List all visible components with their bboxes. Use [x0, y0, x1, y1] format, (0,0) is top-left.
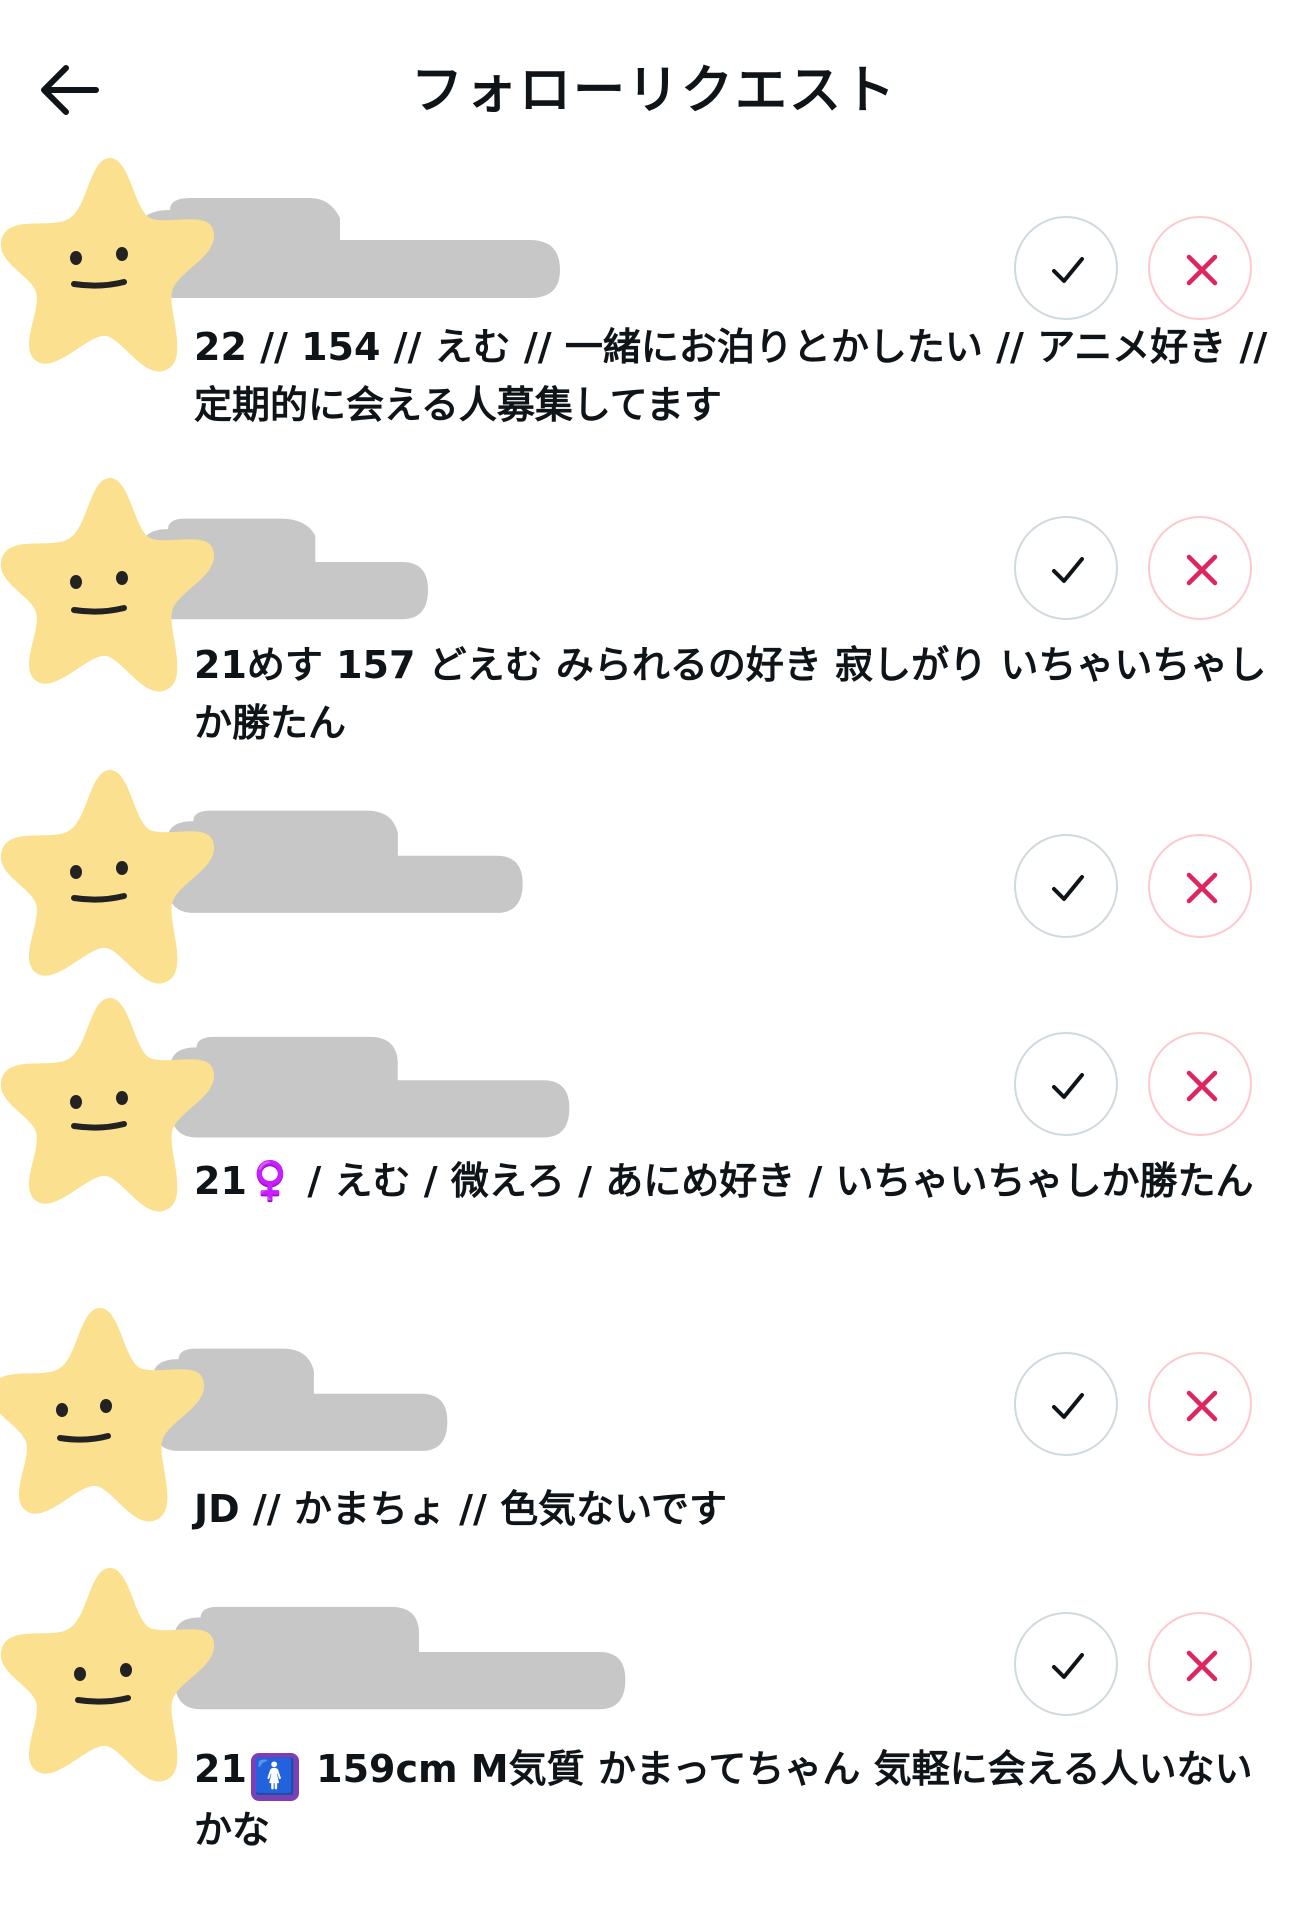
bio-age: 21 [194, 1747, 247, 1791]
accept-button[interactable] [1014, 216, 1118, 320]
accept-button[interactable] [1014, 516, 1118, 620]
star-face-avatar-icon [0, 478, 215, 692]
reject-button[interactable] [1148, 1612, 1252, 1716]
request-bio: 22 // 154 // えむ // 一緒にお泊りとかしたい // アニメ好き … [194, 325, 1268, 427]
request-actions [1014, 516, 1254, 624]
reject-button[interactable] [1148, 1032, 1252, 1136]
checkmark-icon [1052, 557, 1084, 583]
request-row: 22 // 154 // えむ // 一緒にお泊りとかしたい // アニメ好き … [0, 150, 1308, 450]
request-actions [1014, 1032, 1254, 1140]
request-row [0, 762, 1308, 992]
star-face-avatar-icon [0, 770, 215, 984]
female-sign-emoji-icon: 🚺 [250, 1753, 299, 1801]
accept-button[interactable] [1014, 834, 1118, 938]
request-row: 21♀️ / えむ / 微えろ / あにめ好き / いちゃいちゃしか勝たん [0, 990, 1308, 1290]
close-icon [1186, 1390, 1218, 1422]
request-actions [1014, 834, 1254, 942]
star-face-avatar-icon [0, 1568, 215, 1782]
star-face-avatar-icon [0, 158, 215, 372]
close-icon [1186, 1650, 1218, 1682]
reject-button[interactable] [1148, 216, 1252, 320]
request-row: JD // かまちょ // 色気ないです [0, 1300, 1308, 1560]
close-icon [1186, 1070, 1218, 1102]
accept-button[interactable] [1014, 1032, 1118, 1136]
reject-button[interactable] [1148, 1352, 1252, 1456]
bio-text: 159cm M気質 かまってちゃん 気軽に会える人いないかな [194, 1747, 1253, 1852]
close-icon [1186, 554, 1218, 586]
checkmark-icon [1052, 1653, 1084, 1679]
checkmark-icon [1052, 875, 1084, 901]
request-row: 21めす 157 どえむ みられるの好き 寂しがり いちゃいちゃしか勝たん [0, 470, 1308, 770]
request-bio: 21めす 157 どえむ みられるの好き 寂しがり いちゃいちゃしか勝たん [194, 643, 1267, 745]
page-title: フォローリクエスト [410, 61, 897, 121]
request-bio: 21 🚺 159cm M気質 かまってちゃん 気軽に会える人いないかな [194, 1740, 1274, 1859]
accept-button[interactable] [1014, 1352, 1118, 1456]
request-actions [1014, 216, 1254, 324]
reject-button[interactable] [1148, 516, 1252, 620]
request-row: 21 🚺 159cm M気質 かまってちゃん 気軽に会える人いないかな [0, 1560, 1308, 1900]
checkmark-icon [1052, 1393, 1084, 1419]
reject-button[interactable] [1148, 834, 1252, 938]
request-bio: 21♀️ / えむ / 微えろ / あにめ好き / いちゃいちゃしか勝たん [194, 1159, 1254, 1203]
checkmark-icon [1052, 1073, 1084, 1099]
checkmark-icon [1052, 257, 1084, 283]
avatar[interactable] [0, 1560, 220, 1790]
avatar[interactable] [0, 470, 220, 700]
avatar[interactable] [0, 762, 220, 992]
close-icon [1186, 872, 1218, 904]
request-actions [1014, 1352, 1254, 1460]
header: フォローリクエスト [0, 0, 1308, 170]
request-actions [1014, 1612, 1254, 1720]
avatar[interactable] [0, 1300, 220, 1530]
accept-button[interactable] [1014, 1612, 1118, 1716]
avatar[interactable] [0, 150, 220, 380]
star-face-avatar-icon [0, 998, 215, 1212]
close-icon [1186, 254, 1218, 286]
star-face-avatar-icon [0, 1308, 205, 1522]
avatar[interactable] [0, 990, 220, 1220]
request-bio: JD // かまちょ // 色気ないです [194, 1487, 727, 1531]
